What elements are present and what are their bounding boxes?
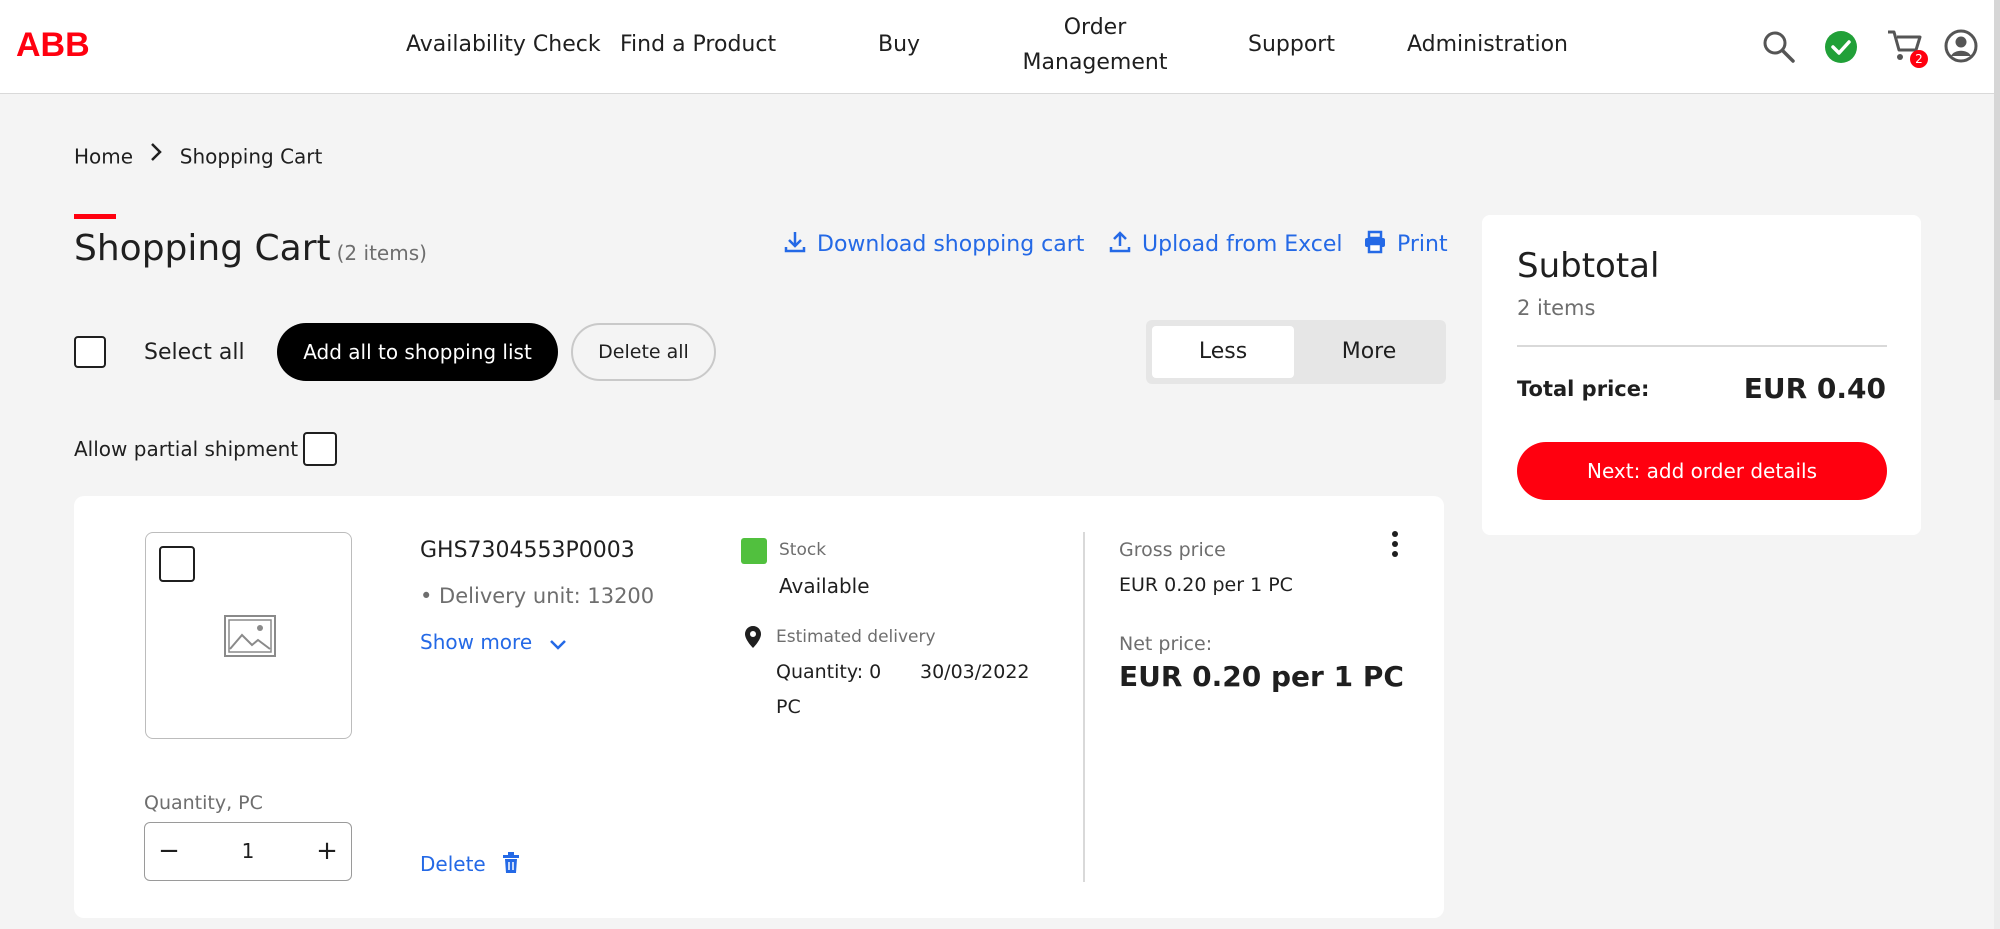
- title-accent-bar: [74, 214, 116, 219]
- estimated-delivery-date: 30/03/2022: [920, 661, 1030, 683]
- nav-availability-check[interactable]: Availability Check: [406, 27, 601, 62]
- gross-price-label: Gross price: [1119, 539, 1226, 561]
- status-check-icon[interactable]: [1824, 30, 1858, 64]
- product-image-placeholder: [145, 532, 352, 739]
- print-label: Print: [1397, 232, 1448, 257]
- select-all-label: Select all: [144, 340, 245, 365]
- upload-excel-label: Upload from Excel: [1142, 232, 1343, 257]
- upload-excel-link[interactable]: Upload from Excel: [1108, 230, 1343, 257]
- chevron-down-icon: [549, 640, 566, 650]
- page-title-text: Shopping Cart: [74, 228, 331, 269]
- estimated-quantity: Quantity: 0: [776, 661, 882, 683]
- view-toggle: Less More: [1146, 320, 1446, 384]
- top-header: ABB Availability Check Find a Product Bu…: [0, 0, 1994, 94]
- subtotal-title: Subtotal: [1517, 246, 1660, 286]
- next-add-order-details-button[interactable]: Next: add order details: [1517, 442, 1887, 500]
- show-more-link[interactable]: Show more: [420, 630, 567, 654]
- search-icon[interactable]: [1762, 30, 1796, 64]
- subtotal-divider: [1517, 345, 1887, 347]
- quantity-increment-button[interactable]: +: [305, 823, 349, 880]
- nav-order-management[interactable]: Order Management: [1020, 10, 1170, 80]
- net-price-label-text: Net price: [1119, 633, 1206, 655]
- stock-label: Stock: [779, 540, 827, 560]
- show-more-label: Show more: [420, 630, 533, 654]
- more-options-icon[interactable]: [1385, 530, 1405, 560]
- nav-administration[interactable]: Administration: [1407, 27, 1568, 62]
- item-select-checkbox[interactable]: [159, 546, 195, 582]
- page-title: Shopping Cart (2 items): [74, 228, 427, 269]
- upload-icon: [1109, 231, 1131, 253]
- breadcrumb-home[interactable]: Home: [74, 145, 133, 169]
- view-less-option[interactable]: Less: [1152, 326, 1294, 378]
- print-link[interactable]: Print: [1363, 230, 1448, 257]
- stock-status-indicator: [741, 538, 767, 564]
- partial-shipment-label: Allow partial shipment: [74, 437, 299, 461]
- item-count: (2 items): [336, 241, 427, 265]
- image-placeholder-icon: [224, 615, 276, 657]
- quantity-stepper: − 1 +: [144, 822, 352, 881]
- estimated-delivery-label: Estimated delivery: [776, 627, 936, 647]
- download-cart-label: Download shopping cart: [817, 232, 1085, 257]
- nav-buy[interactable]: Buy: [878, 27, 920, 62]
- estimated-quantity-unit: PC: [776, 696, 801, 718]
- quantity-input[interactable]: 1: [205, 823, 291, 880]
- add-all-to-shopping-list-button[interactable]: Add all to shopping list: [277, 323, 558, 381]
- subtotal-items: 2 items: [1517, 296, 1596, 320]
- delivery-unit: • Delivery unit: 13200: [420, 584, 655, 608]
- delete-item-label: Delete: [420, 852, 486, 876]
- scrollbar-thumb[interactable]: [1994, 0, 2000, 400]
- quantity-decrement-button[interactable]: −: [147, 823, 191, 880]
- breadcrumb-current: Shopping Cart: [179, 144, 323, 169]
- trash-icon: [503, 852, 520, 873]
- download-cart-link[interactable]: Download shopping cart: [783, 230, 1084, 257]
- download-icon: [784, 232, 806, 253]
- delete-all-button[interactable]: Delete all: [571, 323, 716, 381]
- net-price-label: Net price:: [1119, 633, 1213, 655]
- page-scrollbar[interactable]: [1994, 0, 2000, 929]
- abb-logo-text: ABB: [16, 26, 90, 62]
- quantity-label: Quantity, PC: [144, 792, 263, 814]
- view-more-option[interactable]: More: [1298, 326, 1440, 378]
- gross-price-value: EUR 0.20 per 1 PC: [1119, 574, 1293, 596]
- select-all-checkbox[interactable]: [74, 336, 106, 368]
- partial-shipment-checkbox[interactable]: [303, 432, 337, 466]
- nav-find-a-product[interactable]: Find a Product: [620, 27, 776, 62]
- cart-count-badge: 2: [1910, 50, 1928, 68]
- net-price-value: EUR 0.20 per 1 PC: [1119, 660, 1404, 693]
- product-sku: GHS7304553P0003: [420, 538, 635, 563]
- printer-icon: [1365, 230, 1385, 254]
- account-icon[interactable]: [1944, 29, 1978, 63]
- stock-value: Available: [779, 574, 870, 598]
- chevron-right-icon: [151, 143, 163, 161]
- total-price-label: Total price:: [1517, 377, 1650, 401]
- card-divider: [1083, 532, 1085, 882]
- abb-logo[interactable]: ABB: [16, 26, 96, 62]
- total-price-value: EUR 0.40: [1743, 372, 1886, 405]
- breadcrumb: Home Shopping Cart: [74, 142, 322, 169]
- nav-support[interactable]: Support: [1248, 27, 1335, 62]
- delete-item-link[interactable]: Delete: [420, 852, 520, 876]
- location-pin-icon: [745, 626, 761, 648]
